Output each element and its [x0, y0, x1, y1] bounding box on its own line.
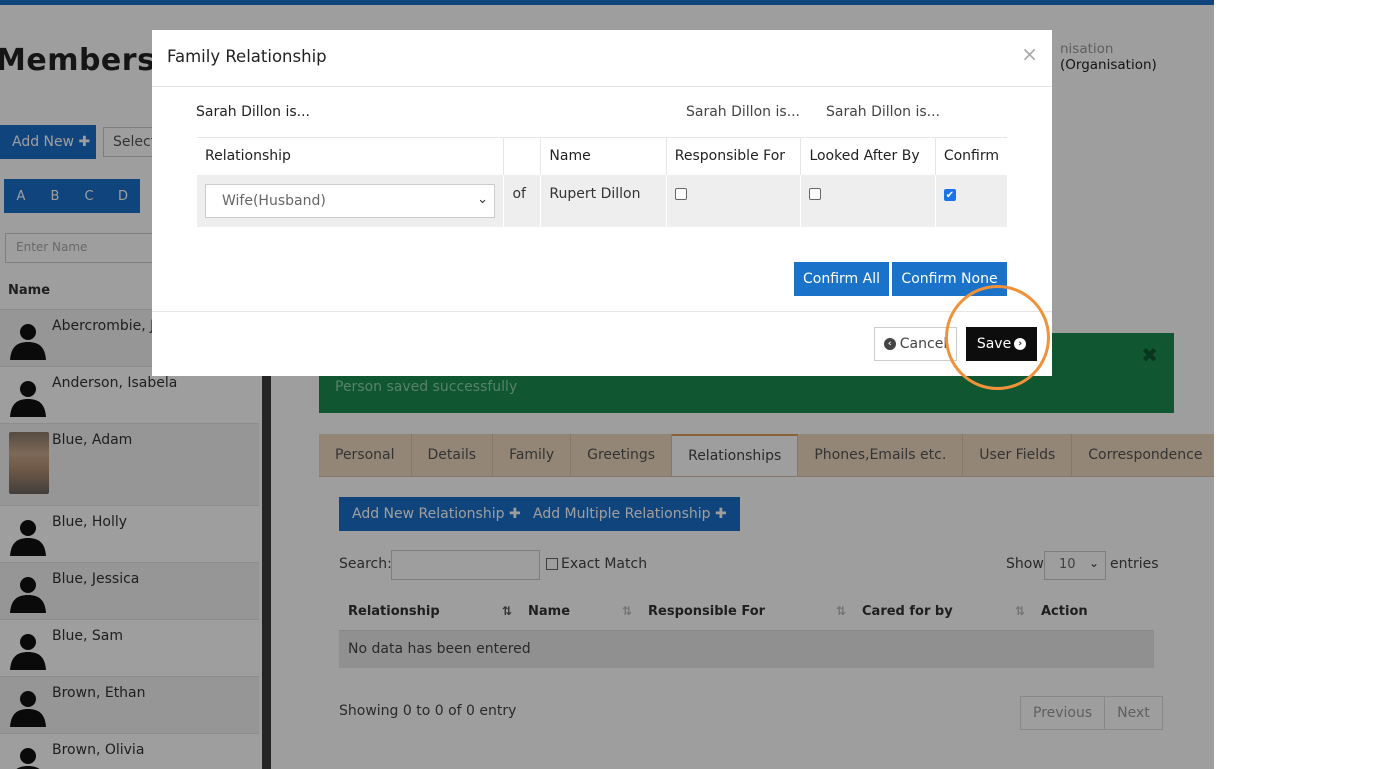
- table-row: Wife(Husband) ⌄ of Rupert Dillon ✔: [197, 174, 1007, 227]
- close-icon[interactable]: ×: [1021, 42, 1038, 66]
- looked-after-by-cell: [800, 174, 936, 227]
- responsible-for-checkbox[interactable]: [674, 187, 687, 200]
- relationship-subject-label: Sarah Dillon is...: [196, 104, 310, 120]
- family-relationship-table: Relationship Name Responsible For Looked…: [197, 137, 1007, 227]
- arrow-right-circle-icon: ›: [1014, 338, 1027, 350]
- modal-footer-divider: [152, 311, 1052, 312]
- arrow-left-circle-icon: ‹: [883, 338, 896, 350]
- cancel-label: Cancel: [899, 336, 948, 352]
- col-relationship: Relationship: [197, 137, 504, 175]
- confirm-all-button[interactable]: Confirm All: [794, 262, 889, 296]
- confirm-none-button[interactable]: Confirm None: [892, 262, 1007, 296]
- relative-name: Rupert Dillon: [540, 174, 667, 227]
- chevron-down-icon: ⌄: [477, 191, 488, 207]
- save-button[interactable]: Save ›: [966, 327, 1037, 361]
- col-confirm: Confirm: [934, 137, 1007, 175]
- confirm-checkbox[interactable]: ✔: [943, 188, 956, 201]
- responsible-subject-label: Sarah Dillon is...: [686, 104, 800, 120]
- relationship-select-value: Wife(Husband): [222, 192, 326, 209]
- col-of: [503, 137, 541, 175]
- relationship-cell: Wife(Husband) ⌄: [197, 174, 504, 227]
- of-cell: of: [503, 174, 541, 227]
- cancel-button[interactable]: ‹ Cancel: [874, 327, 957, 361]
- col-name: Name: [540, 137, 667, 175]
- responsible-for-cell: [665, 174, 801, 227]
- col-looked-after-by: Looked After By: [800, 137, 936, 175]
- confirm-cell: ✔: [934, 174, 1007, 227]
- modal-header-divider: [152, 86, 1052, 87]
- family-relationship-modal: Family Relationship × Sarah Dillon is...…: [152, 30, 1052, 376]
- looked-after-by-checkbox[interactable]: [809, 187, 822, 200]
- looked-after-subject-label: Sarah Dillon is...: [826, 104, 940, 120]
- relationship-select[interactable]: Wife(Husband) ⌄: [205, 183, 495, 218]
- save-label: Save: [976, 336, 1012, 352]
- modal-title: Family Relationship: [167, 47, 327, 66]
- col-responsible-for: Responsible For: [665, 137, 801, 175]
- right-blank-area: [1214, 0, 1376, 769]
